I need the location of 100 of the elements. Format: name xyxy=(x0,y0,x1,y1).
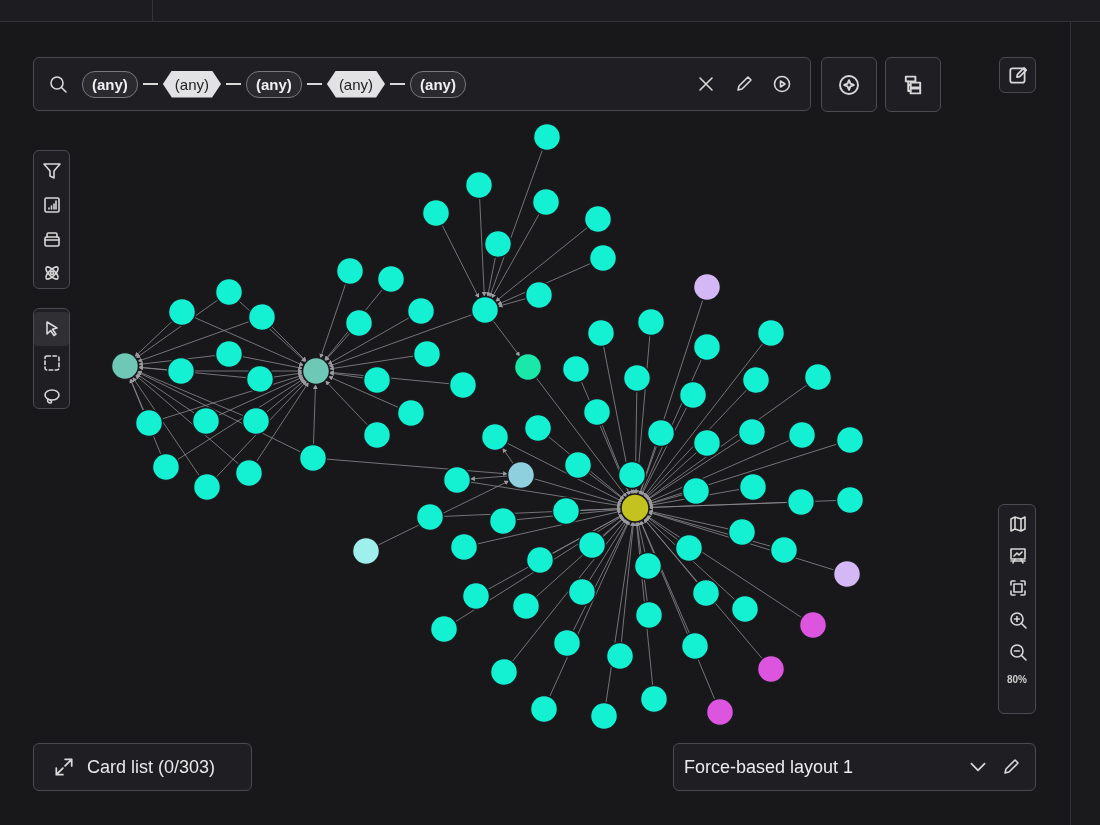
graph-node[interactable] xyxy=(464,170,494,200)
graph-node[interactable] xyxy=(737,417,767,447)
graph-node[interactable] xyxy=(415,502,445,532)
node-pattern-chip[interactable]: (any) xyxy=(82,70,138,98)
graph-node[interactable] xyxy=(525,545,555,575)
graph-node[interactable] xyxy=(605,641,635,671)
graph-node[interactable] xyxy=(588,243,618,273)
graph-node[interactable] xyxy=(617,460,647,490)
graph-node[interactable] xyxy=(798,610,828,640)
pointer-tool[interactable] xyxy=(34,312,69,346)
graph-node[interactable] xyxy=(489,657,519,687)
graph-node[interactable] xyxy=(787,420,817,450)
graph-node[interactable] xyxy=(803,362,833,392)
graph-node[interactable] xyxy=(691,578,721,608)
graph-node[interactable] xyxy=(646,418,676,448)
graph-node[interactable] xyxy=(561,354,591,384)
graph-node[interactable] xyxy=(730,594,760,624)
graph-node[interactable] xyxy=(532,122,562,152)
graph-node[interactable] xyxy=(511,591,541,621)
relationship-pattern-chip[interactable]: (any) xyxy=(162,70,222,98)
graph-node[interactable] xyxy=(234,458,264,488)
graph-node[interactable] xyxy=(192,472,222,502)
graph-node[interactable] xyxy=(552,628,582,658)
graph-node[interactable] xyxy=(756,654,786,684)
graph-node[interactable] xyxy=(586,318,616,348)
graph-node[interactable] xyxy=(680,631,710,661)
graph-node[interactable] xyxy=(110,351,140,381)
graph-node[interactable] xyxy=(167,297,197,327)
layout-dropdown[interactable]: Force-based layout 1 xyxy=(684,756,989,778)
graph-node[interactable] xyxy=(344,308,374,338)
graph-node[interactable] xyxy=(406,296,436,326)
graph-node[interactable] xyxy=(756,318,786,348)
graph-node[interactable] xyxy=(681,476,711,506)
graph-node[interactable] xyxy=(583,204,613,234)
graph-node[interactable] xyxy=(786,487,816,517)
node-pattern-chip[interactable]: (any) xyxy=(246,70,302,98)
graph-node[interactable] xyxy=(298,443,328,473)
graph-node[interactable] xyxy=(634,600,664,630)
graph-node[interactable] xyxy=(151,452,181,482)
graph-node[interactable] xyxy=(620,493,650,523)
graph-node[interactable] xyxy=(567,577,597,607)
graph-node[interactable] xyxy=(134,408,164,438)
graph-node[interactable] xyxy=(551,496,581,526)
graph-node[interactable] xyxy=(448,370,478,400)
graph-node[interactable] xyxy=(769,535,799,565)
graph-node[interactable] xyxy=(741,365,771,395)
graph-node[interactable] xyxy=(480,422,510,452)
graph-node[interactable] xyxy=(835,485,865,515)
graph-node[interactable] xyxy=(396,398,426,428)
graph-node[interactable] xyxy=(589,701,619,731)
graph-node[interactable] xyxy=(488,506,518,536)
graph-node[interactable] xyxy=(513,352,543,382)
graph-node[interactable] xyxy=(245,364,275,394)
graph-node[interactable] xyxy=(247,302,277,332)
graph-node[interactable] xyxy=(636,307,666,337)
graph-node[interactable] xyxy=(832,559,862,589)
graph-node[interactable] xyxy=(692,272,722,302)
graph-node[interactable] xyxy=(351,536,381,566)
graph-node[interactable] xyxy=(442,465,472,495)
graph-node[interactable] xyxy=(214,277,244,307)
graph-node[interactable] xyxy=(738,472,768,502)
graph-node[interactable] xyxy=(335,256,365,286)
graph-node[interactable] xyxy=(639,684,669,714)
graph-node[interactable] xyxy=(622,363,652,393)
graph-node[interactable] xyxy=(301,356,331,386)
graph-node[interactable] xyxy=(692,332,722,362)
graph-node[interactable] xyxy=(362,365,392,395)
graph-node[interactable] xyxy=(678,380,708,410)
graph-node[interactable] xyxy=(421,198,451,228)
graph-node[interactable] xyxy=(483,229,513,259)
graph-node[interactable] xyxy=(523,413,553,443)
relationship-pattern-chip[interactable]: (any) xyxy=(326,70,386,98)
graph-node[interactable] xyxy=(449,532,479,562)
graph-node[interactable] xyxy=(376,264,406,294)
graph-node[interactable] xyxy=(531,187,561,217)
graph-node[interactable] xyxy=(506,460,536,490)
graph-node[interactable] xyxy=(362,420,392,450)
hierarchy-button[interactable] xyxy=(885,57,941,112)
graph-node[interactable] xyxy=(705,697,735,727)
graph-node[interactable] xyxy=(633,551,663,581)
graph-node[interactable] xyxy=(214,339,244,369)
graph-node[interactable] xyxy=(461,581,491,611)
assistant-button[interactable] xyxy=(821,57,877,112)
graph-node[interactable] xyxy=(577,530,607,560)
graph-node[interactable] xyxy=(674,533,704,563)
graph-node[interactable] xyxy=(582,397,612,427)
graph-node[interactable] xyxy=(835,425,865,455)
graph-node[interactable] xyxy=(429,614,459,644)
graph-node[interactable] xyxy=(241,406,271,436)
edit-button[interactable] xyxy=(999,57,1036,93)
graph-node[interactable] xyxy=(563,450,593,480)
graph-node[interactable] xyxy=(191,406,221,436)
graph-node[interactable] xyxy=(524,280,554,310)
graph-node[interactable] xyxy=(166,356,196,386)
node-pattern-chip[interactable]: (any) xyxy=(410,70,466,98)
graph-node[interactable] xyxy=(727,517,757,547)
graph-node[interactable] xyxy=(692,428,722,458)
card-list-button[interactable]: Card list (0/303) xyxy=(33,743,252,791)
graph-node[interactable] xyxy=(470,295,500,325)
graph-node[interactable] xyxy=(529,694,559,724)
